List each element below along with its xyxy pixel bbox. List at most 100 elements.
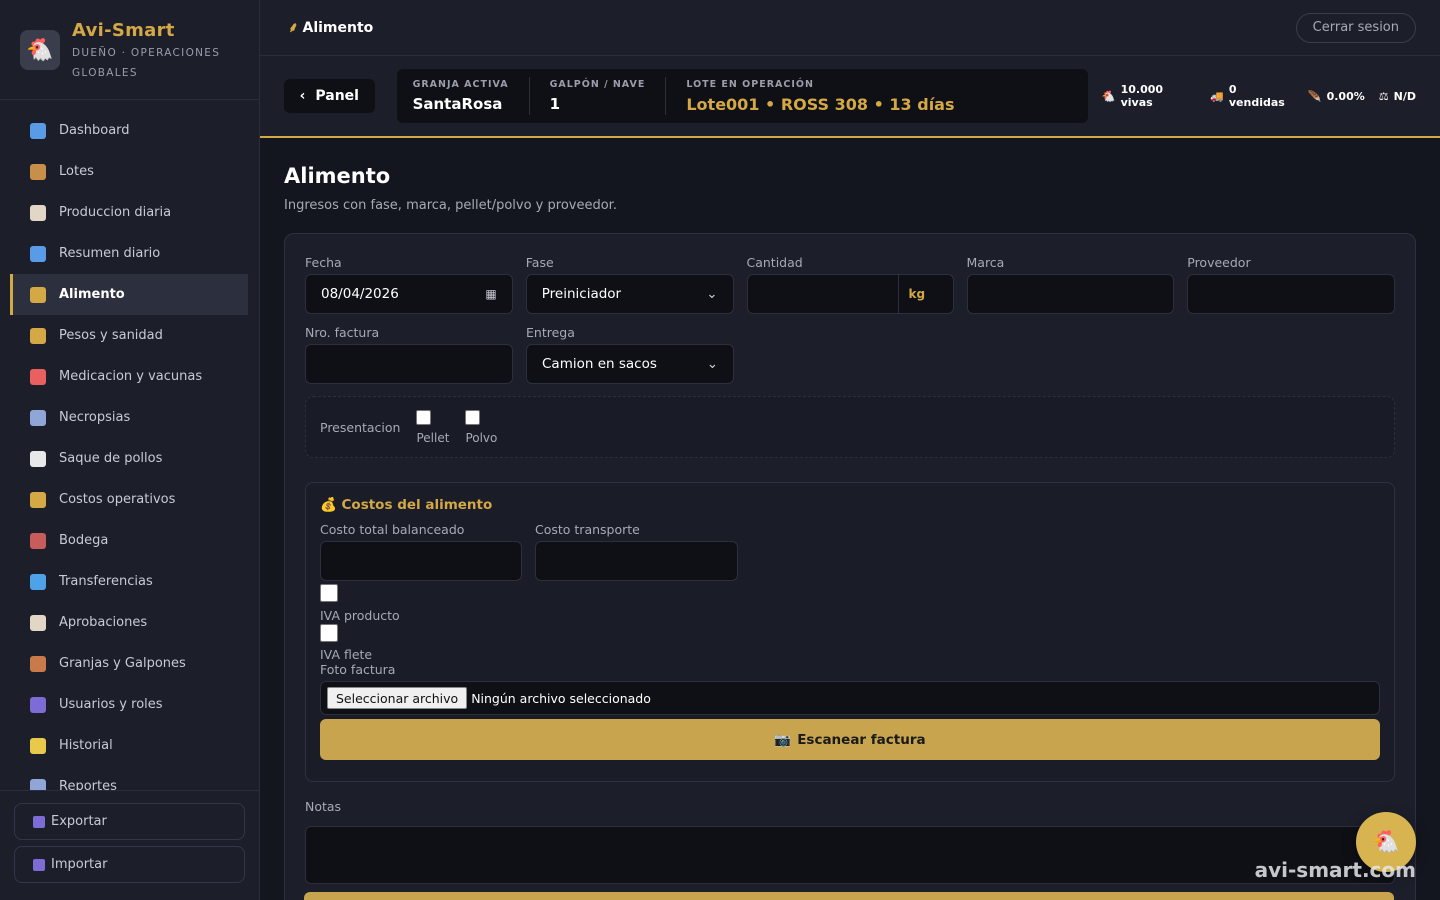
iva-flete-label: IVA flete [320,647,373,662]
costo-total-input[interactable] [320,541,522,581]
presentacion-group: Presentacion Pellet Polvo [305,396,1395,458]
fase-value: Preiniciador [541,286,622,302]
sidebar-item-alimento[interactable]: Alimento [10,274,248,315]
stat-item: ⚖ N/D [1379,90,1416,103]
pill-icon [30,368,46,385]
stat-label: 0.00% [1326,89,1365,103]
topbar-title: ⸙ Alimento [288,18,373,37]
entrega-select[interactable]: Camion en sacos ⌄ [526,344,734,384]
sidebar-item-produccion-diaria[interactable]: Produccion diaria [10,192,248,233]
chart-icon [30,245,46,262]
users-icon [30,696,46,713]
lot-value: Lote001 • ROSS 308 • 13 días [686,94,955,114]
marca-input[interactable] [966,274,1175,314]
sidebar-item-historial[interactable]: Historial [10,725,248,766]
save-button[interactable] [304,892,1394,900]
stat-label: 10.000 vivas [1120,83,1164,109]
chicken-icon: 🐔 [1101,89,1116,103]
brand-subtitle: DUEÑO · OPERACIONES GLOBALES [72,47,221,79]
foto-factura-input: Seleccionar archivo Ningún archivo selec… [320,681,1380,715]
scale-icon [30,327,46,344]
sidebar-item-granjas-y-galpones[interactable]: Granjas y Galpones [10,643,248,684]
sidebar-item-reportes[interactable]: Reportes [10,766,248,790]
polvo-checkbox[interactable] [465,409,481,425]
shed-label: GALPÓN / NAVE [549,79,646,90]
marca-field: Marca [966,252,1175,314]
import-button[interactable]: Importar [14,846,245,883]
fecha-field: Fecha 08/04/2026 ▦ [305,252,513,314]
factura-input[interactable] [305,344,513,384]
sidebar-item-usuarios-y-roles[interactable]: Usuarios y roles [10,684,248,725]
sidebar-item-label: Produccion diaria [59,205,172,220]
calendar-icon[interactable]: ▦ [485,287,496,301]
sidebar-item-pesos-y-sanidad[interactable]: Pesos y sanidad [10,315,248,356]
cantidad-input[interactable] [746,274,899,314]
iva-producto-label: IVA producto [320,608,400,623]
iva-flete-checkbox[interactable] [320,624,338,642]
logout-button[interactable]: Cerrar sesion [1295,12,1416,43]
costo-transporte-input[interactable] [535,541,738,581]
foto-factura-label: Foto factura [320,662,396,677]
sidebar-item-transferencias[interactable]: Transferencias [10,561,248,602]
camera-icon: 📷 [774,731,792,748]
fecha-input[interactable]: 08/04/2026 ▦ [305,274,513,314]
sidebar-item-saque-de-pollos[interactable]: Saque de pollos [10,438,248,479]
sidebar-item-label: Bodega [59,533,109,548]
polvo-option: Polvo [465,409,497,445]
import-icon [33,858,45,871]
entrega-field: Entrega Camion en sacos ⌄ [526,322,734,384]
entrega-label: Entrega [526,325,575,340]
sidebar-item-costos-operativos[interactable]: Costos operativos [10,479,248,520]
sidebar-item-label: Necropsias [59,410,131,425]
lot-label: LOTE EN OPERACIÓN [686,78,814,90]
chevron-left-icon: ‹ [299,88,306,104]
sidebar-item-medicacion-y-vacunas[interactable]: Medicacion y vacunas [10,356,248,397]
factura-label: Nro. factura [305,325,380,340]
sidebar-item-label: Lotes [59,164,94,179]
sidebar-item-label: Dashboard [59,123,130,138]
sidebar-item-resumen-diario[interactable]: Resumen diario [10,233,248,274]
chart-icon [30,122,46,139]
notas-textarea[interactable] [305,826,1395,884]
sidebar-item-dashboard[interactable]: Dashboard [10,110,248,151]
import-label: Importar [51,857,108,872]
proveedor-input[interactable] [1187,274,1395,314]
costs-title-text: Costos del alimento [341,497,493,513]
chevron-down-icon: ⌄ [706,356,718,372]
chicken-icon: 🐔 [1372,829,1400,855]
costs-section: 💰 Costos del alimento Costo total balanc… [305,482,1395,782]
sidebar-item-bodega[interactable]: Bodega [10,520,248,561]
select-file-button[interactable]: Seleccionar archivo [327,687,468,709]
sidebar-item-necropsias[interactable]: Necropsias [10,397,248,438]
presentacion-label: Presentacion [320,419,401,435]
fase-select[interactable]: Preiniciador ⌄ [525,274,734,314]
warehouse-icon [30,532,46,549]
factura-field: Nro. factura [305,322,513,384]
iva-producto-checkbox[interactable] [320,584,338,602]
barn-icon [30,655,46,672]
sidebar-item-label: Costos operativos [59,492,176,507]
file-status: Ningún archivo seleccionado [471,690,651,706]
scan-invoice-button[interactable]: 📷 Escanear factura [320,719,1380,760]
cantidad-unit: kg [898,274,954,314]
pellet-checkbox[interactable] [416,409,432,425]
topbar-title-text: Alimento [302,20,374,36]
sidebar-item-label: Alimento [59,287,125,302]
chicken-icon: 🐔 [26,37,54,63]
stat-label: N/D [1393,89,1416,103]
sidebar-item-lotes[interactable]: Lotes [10,151,248,192]
sidebar-bottom: Exportar Importar [0,790,259,900]
export-button[interactable]: Exportar [14,803,245,840]
sidebar-item-label: Granjas y Galpones [59,656,186,671]
stat-item: 🐔 10.000 vivas [1102,83,1196,109]
cantidad-label: Cantidad [746,255,803,270]
export-label: Exportar [51,814,107,829]
farm-value: SantaRosa [412,95,503,113]
scale-icon: ⚖ [1378,89,1389,103]
notas-label: Notas [305,799,342,814]
stat-item: 🚚 0 vendidas [1210,83,1294,109]
folder-icon [30,737,46,754]
back-panel-button[interactable]: ‹ Panel [284,79,375,113]
sidebar-item-aprobaciones[interactable]: Aprobaciones [10,602,248,643]
fase-field: Fase Preiniciador ⌄ [525,252,734,314]
